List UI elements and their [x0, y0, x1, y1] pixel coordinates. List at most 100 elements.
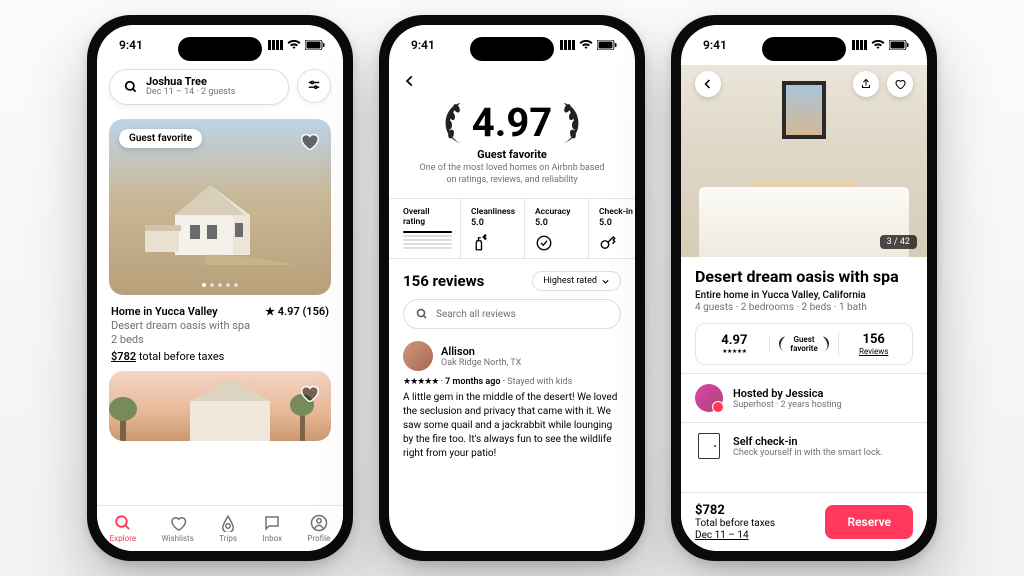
dynamic-island: [470, 37, 554, 61]
airbnb-icon: [219, 514, 237, 532]
tab-label: Wishlists: [161, 534, 193, 543]
tab-explore[interactable]: Explore: [110, 514, 136, 543]
reviews-count-header: 156 reviews: [403, 272, 484, 290]
listing-rating: ★ 4.97 (156): [265, 305, 329, 318]
gf-label: Guest: [790, 335, 818, 344]
reviews-count-cell: 156 Reviews: [838, 332, 908, 356]
search-reviews-input[interactable]: Search all reviews: [403, 299, 621, 329]
spray-icon: [471, 234, 489, 252]
phone-listing-detail: 9:41 3 / 42: [671, 15, 937, 561]
wifi-icon: [871, 40, 885, 50]
tab-label: Inbox: [263, 534, 283, 543]
filter-button[interactable]: [297, 69, 331, 103]
heart-icon: [169, 514, 187, 532]
score-label: Check-in: [599, 207, 635, 217]
tab-inbox[interactable]: Inbox: [263, 514, 283, 543]
laurel-right-icon: [558, 101, 586, 145]
sort-label: Highest rated: [543, 276, 597, 286]
dynamic-island: [178, 37, 262, 61]
wishlist-heart-button[interactable]: [297, 381, 321, 405]
reserve-button[interactable]: Reserve: [825, 505, 913, 539]
heart-icon: [894, 78, 906, 90]
score-value: 5.0: [471, 218, 516, 228]
signal-icon: [852, 40, 867, 50]
host-row[interactable]: Hosted by Jessica Superhost · 2 years ho…: [681, 373, 927, 422]
listing-card[interactable]: Guest favorite: [109, 119, 331, 295]
tab-bar: Explore Wishlists Trips Inbox Profile: [97, 505, 343, 551]
check-circle-icon: [535, 234, 553, 252]
reserve-footer: $782 Total before taxes Dec 11 – 14 Rese…: [681, 492, 927, 551]
search-pill[interactable]: Joshua Tree Dec 11 – 14 · 2 guests: [109, 69, 289, 105]
key-icon: [599, 234, 617, 252]
tab-wishlists[interactable]: Wishlists: [161, 514, 193, 543]
listing-title: Desert dream oasis with spa: [695, 267, 913, 286]
rating-cell: 4.97 ★★★★★: [700, 333, 769, 355]
heart-icon: [298, 130, 320, 152]
tab-label: Trips: [219, 534, 237, 543]
score-label: Overall rating: [403, 207, 452, 227]
dynamic-island: [762, 37, 846, 61]
battery-icon: [889, 40, 909, 50]
rating-breakdown[interactable]: Overall rating Cleanliness 5.0 Accuracy …: [389, 198, 635, 259]
wishlist-heart-button[interactable]: [297, 129, 321, 153]
score-value: 5.0: [599, 218, 635, 228]
wifi-icon: [287, 40, 301, 50]
rating-bars: [403, 231, 452, 249]
listing-subtitle: Desert dream oasis with spa: [111, 319, 329, 332]
score-overall: Overall rating: [389, 199, 461, 258]
laurel-left-icon: [438, 101, 466, 145]
heart-icon: [298, 382, 320, 404]
score-label: Accuracy: [535, 207, 580, 217]
footer-price: $782: [695, 503, 725, 518]
search-icon: [124, 80, 138, 94]
search-details: Dec 11 – 14 · 2 guests: [146, 88, 235, 98]
listing-card-2[interactable]: [109, 371, 331, 441]
tab-profile[interactable]: Profile: [307, 514, 330, 543]
guest-favorite-title: Guest favorite: [389, 148, 635, 161]
listing-photo-2: [109, 371, 331, 441]
laurel-left-icon: [777, 336, 787, 352]
tab-label: Explore: [110, 534, 136, 543]
review-stay-type: Stayed with kids: [507, 377, 572, 387]
back-button[interactable]: [695, 71, 721, 97]
checkin-subtitle: Check yourself in with the smart lock.: [733, 448, 883, 458]
signal-icon: [268, 40, 283, 50]
checkin-title: Self check-in: [733, 435, 883, 448]
host-name: Hosted by Jessica: [733, 387, 842, 400]
tab-trips[interactable]: Trips: [219, 514, 237, 543]
laurel-right-icon: [821, 336, 831, 352]
listing-hero-photo[interactable]: 3 / 42: [681, 65, 927, 257]
profile-icon: [310, 514, 328, 532]
wishlist-button[interactable]: [887, 71, 913, 97]
host-meta: Superhost · 2 years hosting: [733, 400, 842, 410]
footer-price-sub: Total before taxes: [695, 518, 775, 529]
guest-favorite-subtitle: One of the most loved homes on Airbnb ba…: [389, 163, 635, 186]
rating-summary-card[interactable]: 4.97 ★★★★★ Guest favorite 156 Re: [695, 323, 913, 365]
score-label: Cleanliness: [471, 207, 516, 217]
score-accuracy: Accuracy 5.0: [525, 199, 589, 258]
status-time: 9:41: [411, 38, 435, 52]
photo-count-badge: 3 / 42: [880, 235, 917, 249]
rating-stars: ★★★★★: [700, 348, 769, 355]
share-icon: [860, 78, 872, 90]
search-icon: [416, 308, 428, 320]
overall-rating: 4.97: [389, 99, 635, 146]
self-checkin-row: Self check-in Check yourself in with the…: [681, 422, 927, 469]
footer-dates[interactable]: Dec 11 – 14: [695, 530, 775, 541]
rating-value: 4.97: [472, 99, 552, 146]
back-button[interactable]: [403, 69, 427, 93]
sort-button[interactable]: Highest rated: [532, 271, 621, 291]
chevron-left-icon: [702, 78, 714, 90]
guest-favorite-badge: Guest favorite: [119, 129, 202, 148]
reviewer-avatar[interactable]: [403, 341, 433, 371]
listing-price: $782 total before taxes: [111, 350, 329, 363]
house-illustration: [145, 175, 295, 265]
share-button[interactable]: [853, 71, 879, 97]
listing-specs: 4 guests · 2 bedrooms · 2 beds · 1 bath: [695, 302, 913, 313]
host-avatar: [695, 384, 723, 412]
photo-pagination-dots: [202, 283, 238, 287]
gf-label: favorite: [790, 344, 818, 353]
listing-title: Home in Yucca Valley: [111, 305, 218, 318]
score-value: 5.0: [535, 218, 580, 228]
review-time: 7 months ago: [445, 377, 500, 387]
